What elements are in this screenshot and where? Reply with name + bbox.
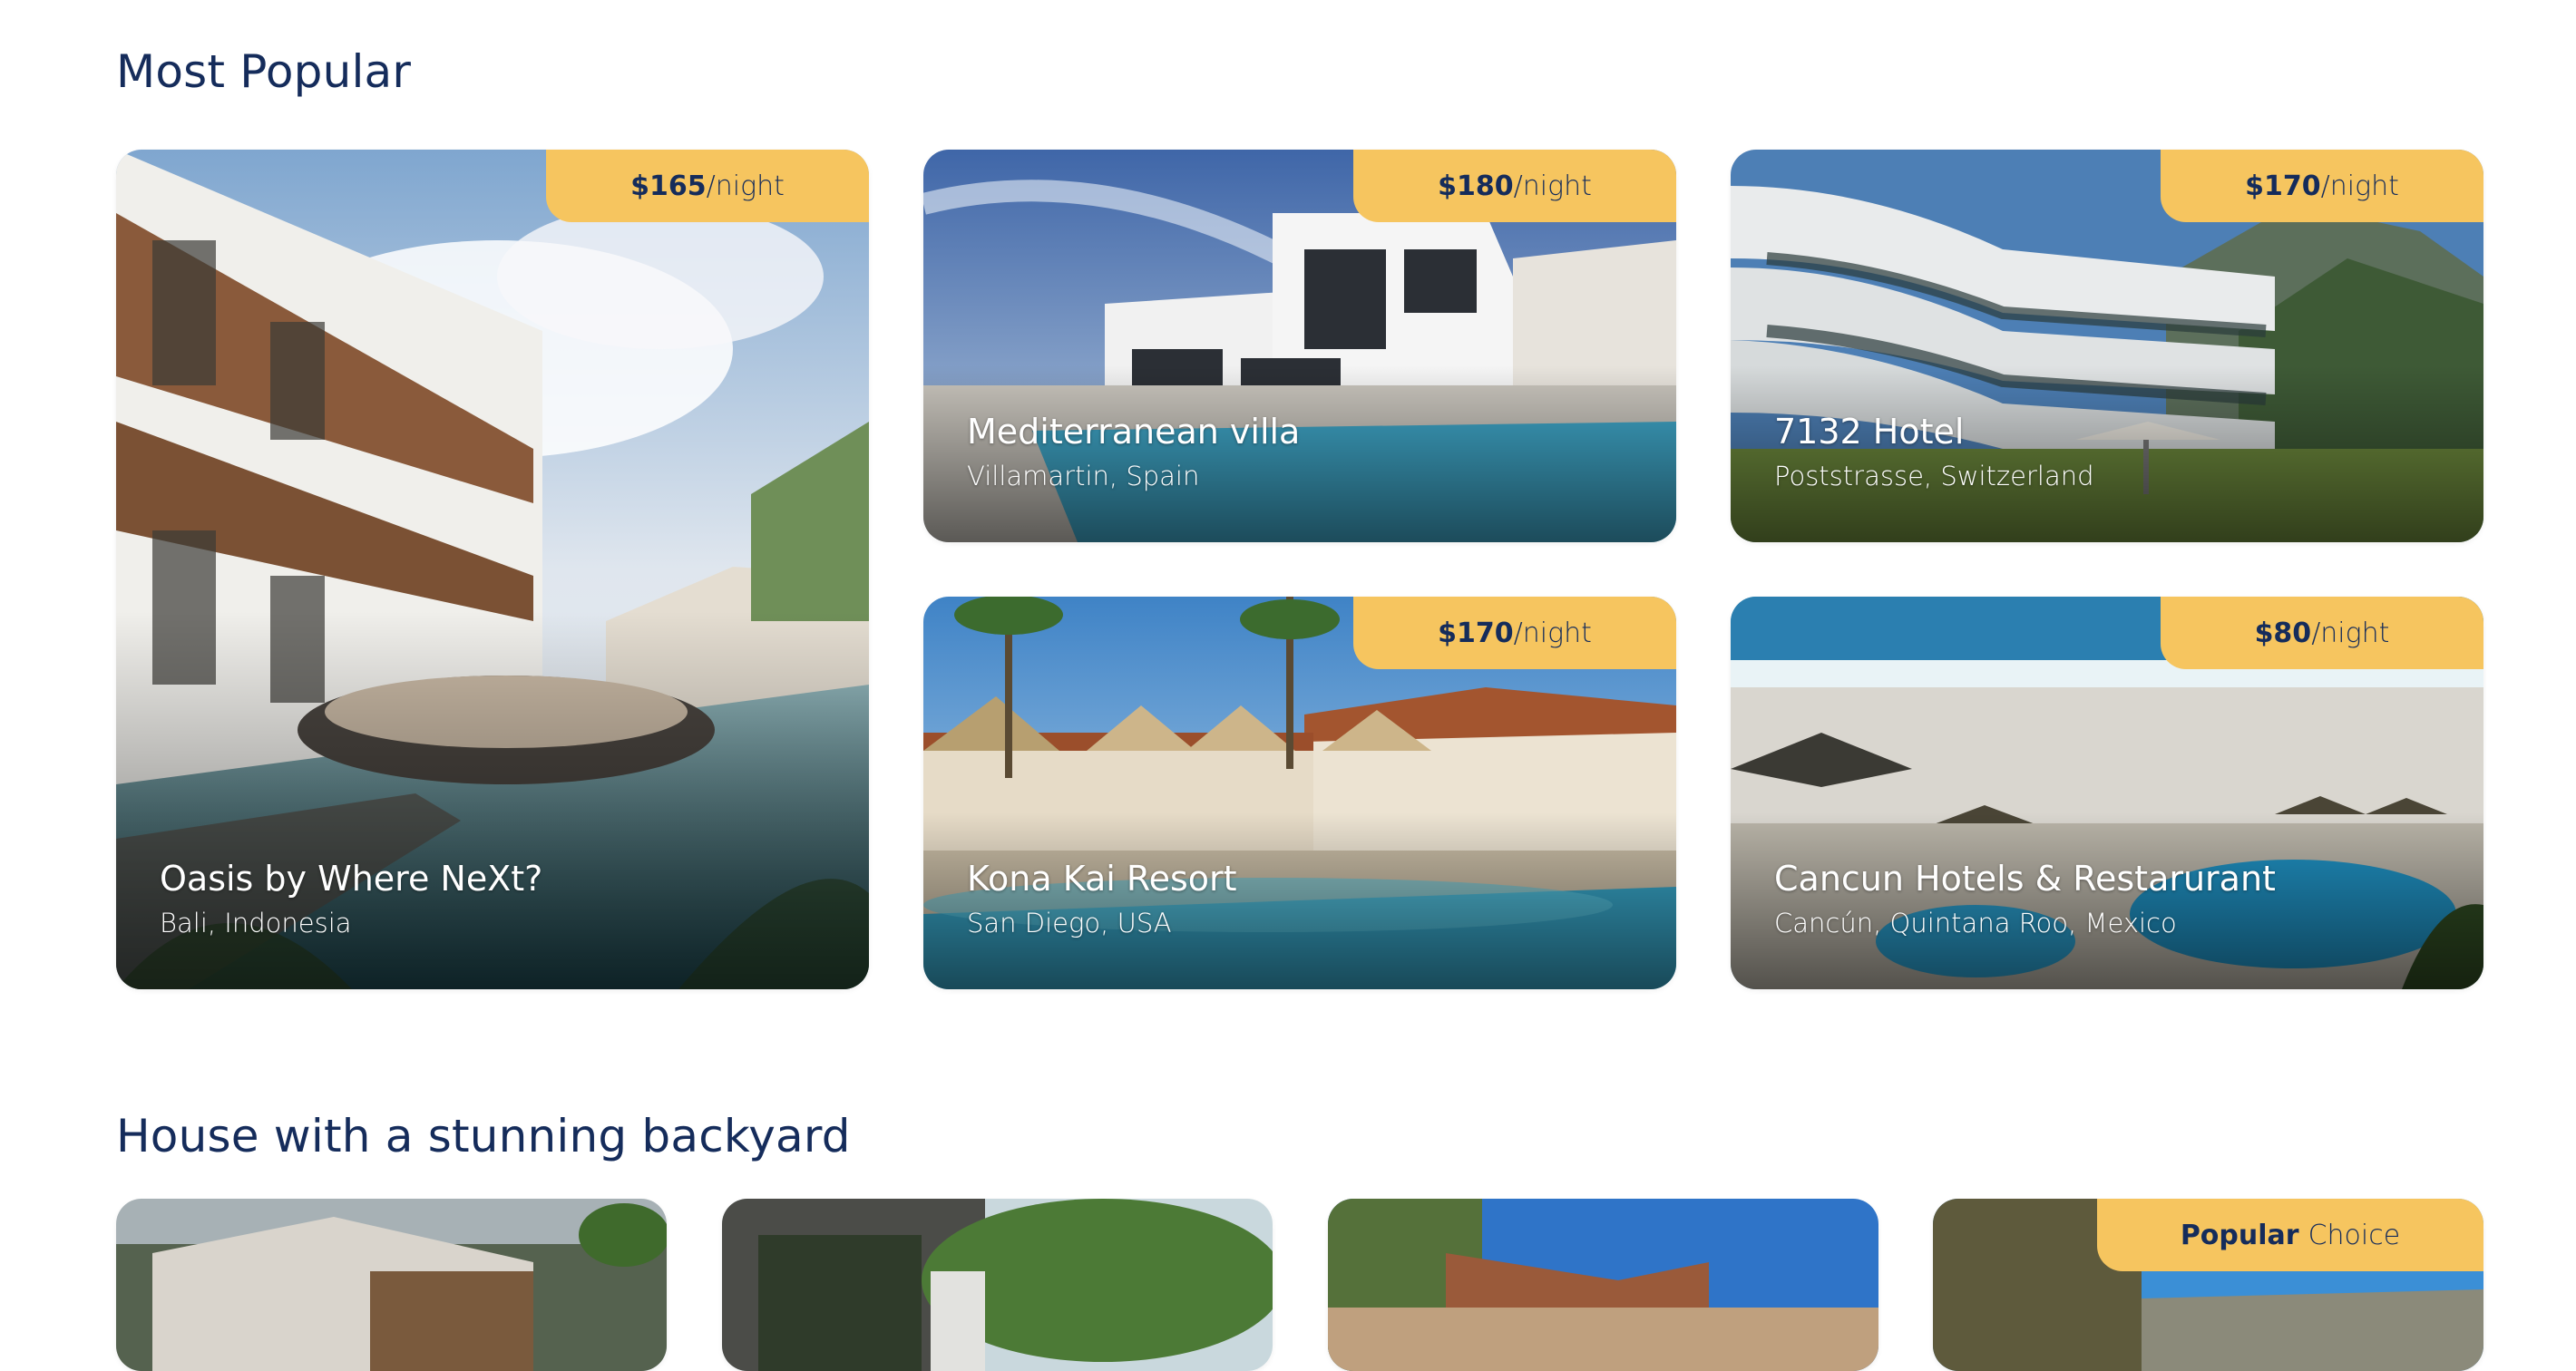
hotel-location: Villamartin, Spain (967, 461, 1200, 491)
hotel-name: Oasis by Where NeXt? (160, 859, 543, 899)
hotel-name: Mediterranean villa (967, 412, 1301, 452)
hotel-card-kona-kai-resort[interactable]: $170/night Kona Kai Resort San Diego, US… (923, 597, 1676, 989)
hotel-location: San Diego, USA (967, 908, 1172, 938)
price-tag: $180/night (1353, 150, 1676, 222)
backyard-card-2[interactable] (722, 1199, 1273, 1371)
section-title-most-popular: Most Popular (116, 45, 412, 98)
hotel-card-mediterranean-villa[interactable]: $180/night Mediterranean villa Villamart… (923, 150, 1676, 542)
house-photo (1328, 1199, 1878, 1371)
hotel-name: Cancun Hotels & Restarurant (1774, 859, 2276, 899)
backyard-card-1[interactable] (116, 1199, 667, 1371)
house-photo (116, 1199, 667, 1371)
backyard-card-4[interactable]: Popular Choice (1933, 1199, 2483, 1371)
hotel-location: Poststrasse, Switzerland (1774, 461, 2094, 491)
price-tag: $170/night (2161, 150, 2483, 222)
hotel-location: Bali, Indonesia (160, 908, 352, 938)
house-photo (722, 1199, 1273, 1371)
hotel-card-oasis[interactable]: $165/night Oasis by Where NeXt? Bali, In… (116, 150, 869, 989)
section-title-backyard: House with a stunning backyard (116, 1110, 851, 1162)
hotel-card-cancun[interactable]: $80/night Cancun Hotels & Restarurant Ca… (1731, 597, 2483, 989)
price-tag: $170/night (1353, 597, 1676, 669)
hotel-name: 7132 Hotel (1774, 412, 1965, 452)
popular-choice-badge: Popular Choice (2097, 1199, 2483, 1271)
hotel-location: Cancún, Quintana Roo, Mexico (1774, 908, 2177, 938)
hotel-name: Kona Kai Resort (967, 859, 1237, 899)
price-tag: $80/night (2161, 597, 2483, 669)
backyard-card-3[interactable] (1328, 1199, 1878, 1371)
hotel-card-7132-hotel[interactable]: $170/night 7132 Hotel Poststrasse, Switz… (1731, 150, 2483, 542)
price-tag: $165/night (546, 150, 869, 222)
